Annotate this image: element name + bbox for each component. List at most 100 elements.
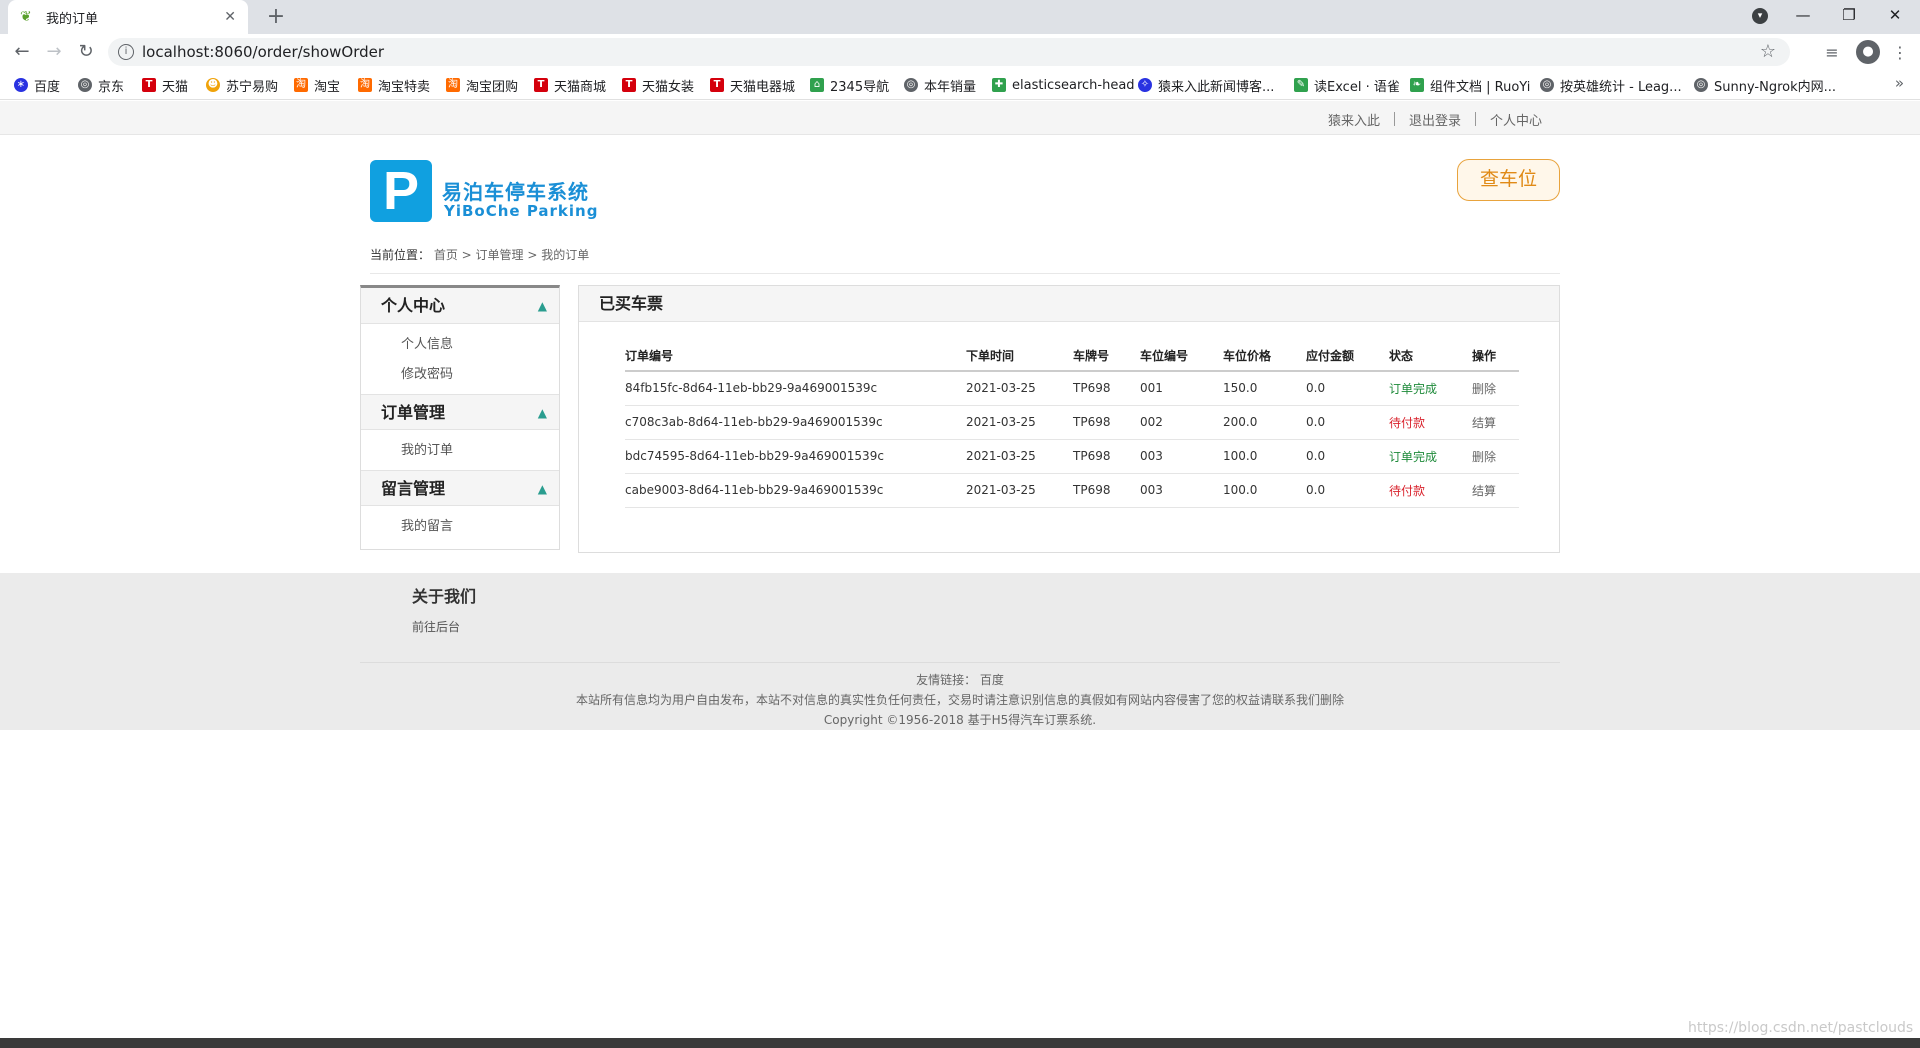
taobao-icon: 淘 bbox=[358, 78, 372, 92]
order-due: 0.0 bbox=[1306, 371, 1389, 406]
back-icon[interactable]: ← bbox=[8, 39, 36, 65]
sidebar-section-orders[interactable]: 订单管理 ▲ bbox=[361, 394, 559, 430]
bookmark-league[interactable]: ◎ 按英雄统计 - Leag... bbox=[1540, 76, 1682, 95]
browser-tabbar: ❦ 我的订单 ✕ + ▾ — ❐ ✕ bbox=[0, 0, 1920, 34]
close-tab-icon[interactable]: ✕ bbox=[224, 9, 236, 25]
url-text[interactable]: localhost:8060/order/showOrder bbox=[142, 43, 384, 61]
orders-table: 订单编号 下单时间 车牌号 车位编号 车位价格 应付金额 状态 操作 84fb1… bbox=[625, 341, 1519, 508]
copyright-text: Copyright ©1956-2018 基于H5得汽车订票系统. bbox=[823, 713, 1097, 727]
address-bar[interactable]: i localhost:8060/order/showOrder ☆ bbox=[108, 38, 1790, 66]
menu-icon[interactable]: ⋮ bbox=[1888, 41, 1912, 65]
browser-toolbar: ← → ↻ i localhost:8060/order/showOrder ☆… bbox=[0, 34, 1920, 70]
forward-icon[interactable]: → bbox=[40, 39, 68, 65]
watermark-text: https://blog.csdn.net/pastclouds bbox=[1688, 1020, 1914, 1036]
order-spot: 003 bbox=[1140, 473, 1223, 508]
sidebar-item-my-messages[interactable]: 我的留言 bbox=[361, 512, 559, 542]
col-spot: 车位编号 bbox=[1140, 341, 1223, 372]
order-time: 2021-03-25 bbox=[966, 405, 1073, 440]
minimize-icon[interactable]: — bbox=[1780, 0, 1826, 30]
bookmark-baidu[interactable]: ∗ 百度 bbox=[14, 76, 60, 95]
bookmark-tmall-women[interactable]: T 天猫女装 bbox=[622, 76, 694, 95]
personal-center-link[interactable]: 个人中心 bbox=[1476, 110, 1556, 129]
site-info-icon[interactable]: i bbox=[118, 44, 134, 60]
checkout-button[interactable]: 结算 bbox=[1472, 405, 1519, 440]
order-price: 100.0 bbox=[1223, 439, 1306, 474]
checkout-button[interactable]: 结算 bbox=[1472, 473, 1519, 508]
globe-icon: ◎ bbox=[78, 78, 92, 92]
bookmark-jd[interactable]: ◎ 京东 bbox=[78, 76, 124, 95]
delete-button[interactable]: 删除 bbox=[1472, 371, 1519, 406]
bookmark-ruoyi[interactable]: ❧ 组件文档 | RuoYi bbox=[1410, 76, 1530, 95]
bookmark-tmall-mall[interactable]: T 天猫商城 bbox=[534, 76, 606, 95]
reading-list-icon[interactable]: ≡ bbox=[1820, 41, 1844, 65]
bookmark-tmall-electric[interactable]: T 天猫电器城 bbox=[710, 76, 795, 95]
order-time: 2021-03-25 bbox=[966, 439, 1073, 474]
chevron-up-icon: ▲ bbox=[537, 299, 547, 313]
bookmark-2345[interactable]: ⌂ 2345导航 bbox=[810, 76, 889, 95]
tab-title: 我的订单 bbox=[46, 11, 99, 27]
new-tab-button[interactable]: + bbox=[262, 4, 290, 30]
backend-link[interactable]: 前往后台 bbox=[412, 618, 460, 635]
os-taskbar bbox=[0, 1038, 1920, 1048]
bookmark-es-head[interactable]: ✚ elasticsearch-head bbox=[992, 76, 1135, 94]
sidebar-section-messages[interactable]: 留言管理 ▲ bbox=[361, 470, 559, 506]
house-icon: ⌂ bbox=[810, 78, 824, 92]
bookmark-suning[interactable]: ☻ 苏宁易购 bbox=[206, 76, 278, 95]
chevron-up-icon: ▲ bbox=[537, 406, 547, 420]
delete-button[interactable]: 删除 bbox=[1472, 439, 1519, 474]
more-bookmarks-icon[interactable]: » bbox=[1895, 74, 1904, 92]
globe-icon: ◎ bbox=[1694, 78, 1708, 92]
puzzle-icon: ✚ bbox=[992, 78, 1006, 92]
yuque-icon: ✎ bbox=[1294, 78, 1308, 92]
order-price: 100.0 bbox=[1223, 473, 1306, 508]
bookmark-ngrok[interactable]: ◎ Sunny-Ngrok内网... bbox=[1694, 76, 1836, 95]
site-topbar: 猿来入此 退出登录 个人中心 bbox=[0, 101, 1920, 135]
friend-link-baidu[interactable]: 百度 bbox=[980, 673, 1004, 687]
sidebar: 个人中心 ▲ 个人信息 修改密码 订单管理 ▲ 我的订单 留言管理 ▲ 我的留言 bbox=[360, 285, 560, 550]
col-order-time: 下单时间 bbox=[966, 341, 1073, 372]
footer-divider bbox=[360, 662, 1560, 663]
bookmark-tmall[interactable]: T 天猫 bbox=[142, 76, 188, 95]
find-parking-button[interactable]: 查车位 bbox=[1457, 159, 1560, 201]
sidebar-item-profile[interactable]: 个人信息 bbox=[361, 330, 559, 360]
table-header-row: 订单编号 下单时间 车牌号 车位编号 车位价格 应付金额 状态 操作 bbox=[625, 341, 1519, 372]
bookmark-taobao-group[interactable]: 淘淘宝团购 bbox=[446, 76, 518, 95]
order-due: 0.0 bbox=[1306, 473, 1389, 508]
order-plate: TP698 bbox=[1073, 439, 1140, 474]
restore-icon[interactable]: ❐ bbox=[1826, 0, 1872, 30]
order-plate: TP698 bbox=[1073, 405, 1140, 440]
order-spot: 002 bbox=[1140, 405, 1223, 440]
profile-avatar-icon[interactable]: ● bbox=[1856, 40, 1880, 64]
logout-link[interactable]: 退出登录 bbox=[1395, 110, 1475, 129]
sidebar-section-personal[interactable]: 个人中心 ▲ bbox=[361, 288, 559, 324]
order-plate: TP698 bbox=[1073, 473, 1140, 508]
bookmark-taobao[interactable]: 淘淘宝 bbox=[294, 76, 340, 95]
friend-links-label: 友情链接： bbox=[916, 673, 977, 687]
top-link-home[interactable]: 猿来入此 bbox=[1314, 110, 1394, 129]
close-window-icon[interactable]: ✕ bbox=[1872, 0, 1918, 30]
tmall-icon: T bbox=[622, 78, 636, 92]
order-id: 84fb15fc-8d64-11eb-bb29-9a469001539c bbox=[625, 371, 966, 406]
col-price: 车位价格 bbox=[1223, 341, 1306, 372]
bookmark-star-icon[interactable]: ☆ bbox=[1760, 41, 1776, 62]
order-price: 200.0 bbox=[1223, 405, 1306, 440]
order-status: 待付款 bbox=[1389, 405, 1472, 440]
parking-logo-icon[interactable]: P bbox=[370, 160, 432, 222]
bookmark-taobao-sale[interactable]: 淘淘宝特卖 bbox=[358, 76, 430, 95]
logo-title-en: YiBoChe Parking bbox=[444, 202, 599, 220]
order-time: 2021-03-25 bbox=[966, 473, 1073, 508]
bookmark-news-blog[interactable]: ✧ 猿来入此新闻博客... bbox=[1138, 76, 1274, 95]
taobao-icon: 淘 bbox=[294, 78, 308, 92]
col-order-id: 订单编号 bbox=[625, 341, 966, 372]
bookmark-yuque[interactable]: ✎ 读Excel · 语雀 bbox=[1294, 76, 1400, 95]
sidebar-item-my-orders[interactable]: 我的订单 bbox=[361, 436, 559, 466]
browser-tab[interactable]: ❦ 我的订单 ✕ bbox=[8, 0, 248, 34]
order-id: cabe9003-8d64-11eb-bb29-9a469001539c bbox=[625, 473, 966, 508]
breadcrumb-path[interactable]: 首页 > 订单管理 > 我的订单 bbox=[434, 248, 589, 262]
orders-panel: 已买车票 订单编号 下单时间 车牌号 车位编号 车位价格 应付金额 状态 操作 … bbox=[578, 285, 1560, 553]
order-id: bdc74595-8d64-11eb-bb29-9a469001539c bbox=[625, 439, 966, 474]
sidebar-item-change-password[interactable]: 修改密码 bbox=[361, 360, 559, 390]
tab-search-icon[interactable]: ▾ bbox=[1752, 8, 1768, 24]
reload-icon[interactable]: ↻ bbox=[72, 39, 100, 65]
bookmark-sales[interactable]: ◎ 本年销量 bbox=[904, 76, 976, 95]
